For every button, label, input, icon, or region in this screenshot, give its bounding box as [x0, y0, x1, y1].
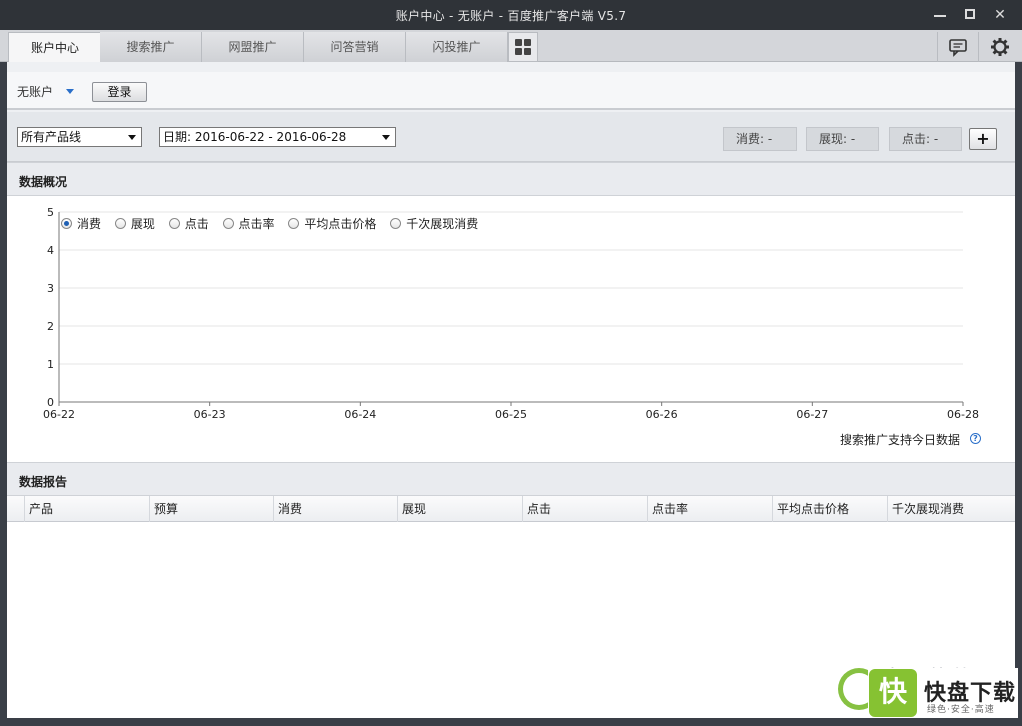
- column-header-clicks[interactable]: 点击: [522, 496, 647, 522]
- chevron-down-icon: [128, 135, 136, 140]
- y-tick-label: 5: [47, 206, 54, 219]
- login-button[interactable]: 登录: [92, 82, 147, 102]
- watermark-slogan: 绿色·安全·高速: [927, 705, 995, 715]
- overview-chart-panel: 0 1 2 3 4 5 06-22 06-23 06-24 06-25 06-26 06-27 06-2…: [7, 196, 1015, 462]
- title-bar: 账户中心 - 无账户 - 百度推广客户端 V5.7 ✕: [0, 0, 1022, 30]
- metric-label: 消费: [77, 217, 102, 231]
- y-tick-label: 4: [47, 244, 54, 257]
- y-tick-label: 1: [47, 358, 54, 371]
- metric-radio-ctr[interactable]: 点击率: [222, 215, 275, 232]
- clicks-stat: 点击: -: [889, 127, 962, 151]
- metric-radio-spend[interactable]: 消费: [61, 215, 101, 232]
- y-tick-label: 2: [47, 320, 54, 333]
- gear-icon: [991, 38, 1009, 56]
- account-center-page: 无账户 登录 所有产品线 日期: 2016-06-22 - 2016-06-28…: [7, 62, 1015, 718]
- metric-label: 点击率: [238, 217, 275, 231]
- column-header-cpm[interactable]: 千次展现消费: [887, 496, 1015, 522]
- report-header: 数据报告: [7, 462, 1015, 496]
- chevron-down-icon[interactable]: [66, 89, 74, 94]
- spend-stat: 消费: -: [723, 127, 797, 151]
- window-title: 账户中心 - 无账户 - 百度推广客户端 V5.7: [395, 9, 627, 23]
- tab-search-promotion[interactable]: 搜索推广: [100, 32, 202, 62]
- main-tab-bar: 账户中心 搜索推广 网盟推广 问答营销 闪投推广: [0, 30, 1022, 62]
- watermark-logo: 快: [869, 669, 917, 717]
- maximize-icon: [965, 9, 975, 19]
- x-tick-label: 06-22: [43, 408, 75, 421]
- impressions-stat: 展现: -: [806, 127, 879, 151]
- metric-radio-group: 消费 展现 点击 点击率 平均点击价格 千次展现消费: [61, 215, 488, 232]
- maximize-button[interactable]: [957, 4, 983, 26]
- metric-label: 千次展现消费: [406, 217, 479, 231]
- apps-grid-button[interactable]: [508, 32, 538, 62]
- minimize-button[interactable]: [927, 4, 953, 26]
- overview-title: 数据概况: [19, 175, 68, 189]
- tab-account-center[interactable]: 账户中心: [8, 32, 102, 62]
- overview-header: 数据概况: [7, 162, 1015, 196]
- today-data-hint: 搜索推广支持今日数据: [840, 433, 961, 447]
- help-icon[interactable]: ?: [970, 433, 981, 444]
- metric-radio-cpm[interactable]: 千次展现消费: [390, 215, 478, 232]
- close-icon: ✕: [994, 7, 1006, 23]
- settings-button[interactable]: [978, 32, 1022, 62]
- radio-icon: [222, 218, 234, 229]
- date-range-value: 日期: 2016-06-22 - 2016-06-28: [163, 130, 347, 144]
- radio-icon: [390, 218, 402, 229]
- x-tick-label: 06-26: [646, 408, 678, 421]
- metric-radio-clicks[interactable]: 点击: [168, 215, 209, 232]
- radio-icon: [114, 218, 126, 229]
- minimize-icon: [934, 15, 946, 17]
- x-tick-label: 06-27: [796, 408, 828, 421]
- product-line-value: 所有产品线: [21, 130, 82, 144]
- radio-icon: [168, 218, 180, 229]
- chevron-down-icon: [382, 135, 390, 140]
- column-header-avg-cpc[interactable]: 平均点击价格: [772, 496, 887, 522]
- metric-label: 展现: [130, 217, 155, 231]
- x-tick-label: 06-23: [194, 408, 226, 421]
- x-tick-label: 06-24: [344, 408, 376, 421]
- product-line-select[interactable]: 所有产品线: [17, 127, 142, 147]
- metric-label: 平均点击价格: [304, 217, 377, 231]
- column-header-product[interactable]: 产品: [24, 496, 149, 522]
- radio-icon: [61, 218, 72, 229]
- tab-flash-promotion[interactable]: 闪投推广: [406, 32, 508, 62]
- x-tick-label: 06-28: [947, 408, 979, 421]
- x-tick-label: 06-25: [495, 408, 527, 421]
- account-selector[interactable]: 无账户: [17, 83, 53, 100]
- message-icon: [949, 39, 967, 57]
- add-stat-button[interactable]: +: [969, 128, 997, 150]
- metric-radio-impressions[interactable]: 展现: [114, 215, 155, 232]
- tab-network-alliance[interactable]: 网盟推广: [202, 32, 304, 62]
- tab-qa-marketing[interactable]: 问答营销: [304, 32, 406, 62]
- report-title: 数据报告: [19, 475, 68, 489]
- column-header-ctr[interactable]: 点击率: [647, 496, 772, 522]
- close-button[interactable]: ✕: [987, 4, 1013, 26]
- message-button[interactable]: [937, 32, 977, 62]
- y-tick-label: 3: [47, 282, 54, 295]
- report-table-header: 产品 预算 消费 展现 点击 点击率 平均点击价格 千次展现消费: [7, 496, 1015, 522]
- column-header-budget[interactable]: 预算: [149, 496, 273, 522]
- metric-radio-avg-cpc[interactable]: 平均点击价格: [288, 215, 376, 232]
- metric-label: 点击: [184, 217, 209, 231]
- column-header-spend[interactable]: 消费: [273, 496, 397, 522]
- date-range-select[interactable]: 日期: 2016-06-22 - 2016-06-28: [159, 127, 396, 147]
- filter-bar: 所有产品线 日期: 2016-06-22 - 2016-06-28 消费: - …: [7, 112, 1015, 162]
- radio-icon: [288, 218, 300, 229]
- column-header-impressions[interactable]: 展现: [397, 496, 522, 522]
- account-bar: 无账户 登录: [7, 72, 1015, 110]
